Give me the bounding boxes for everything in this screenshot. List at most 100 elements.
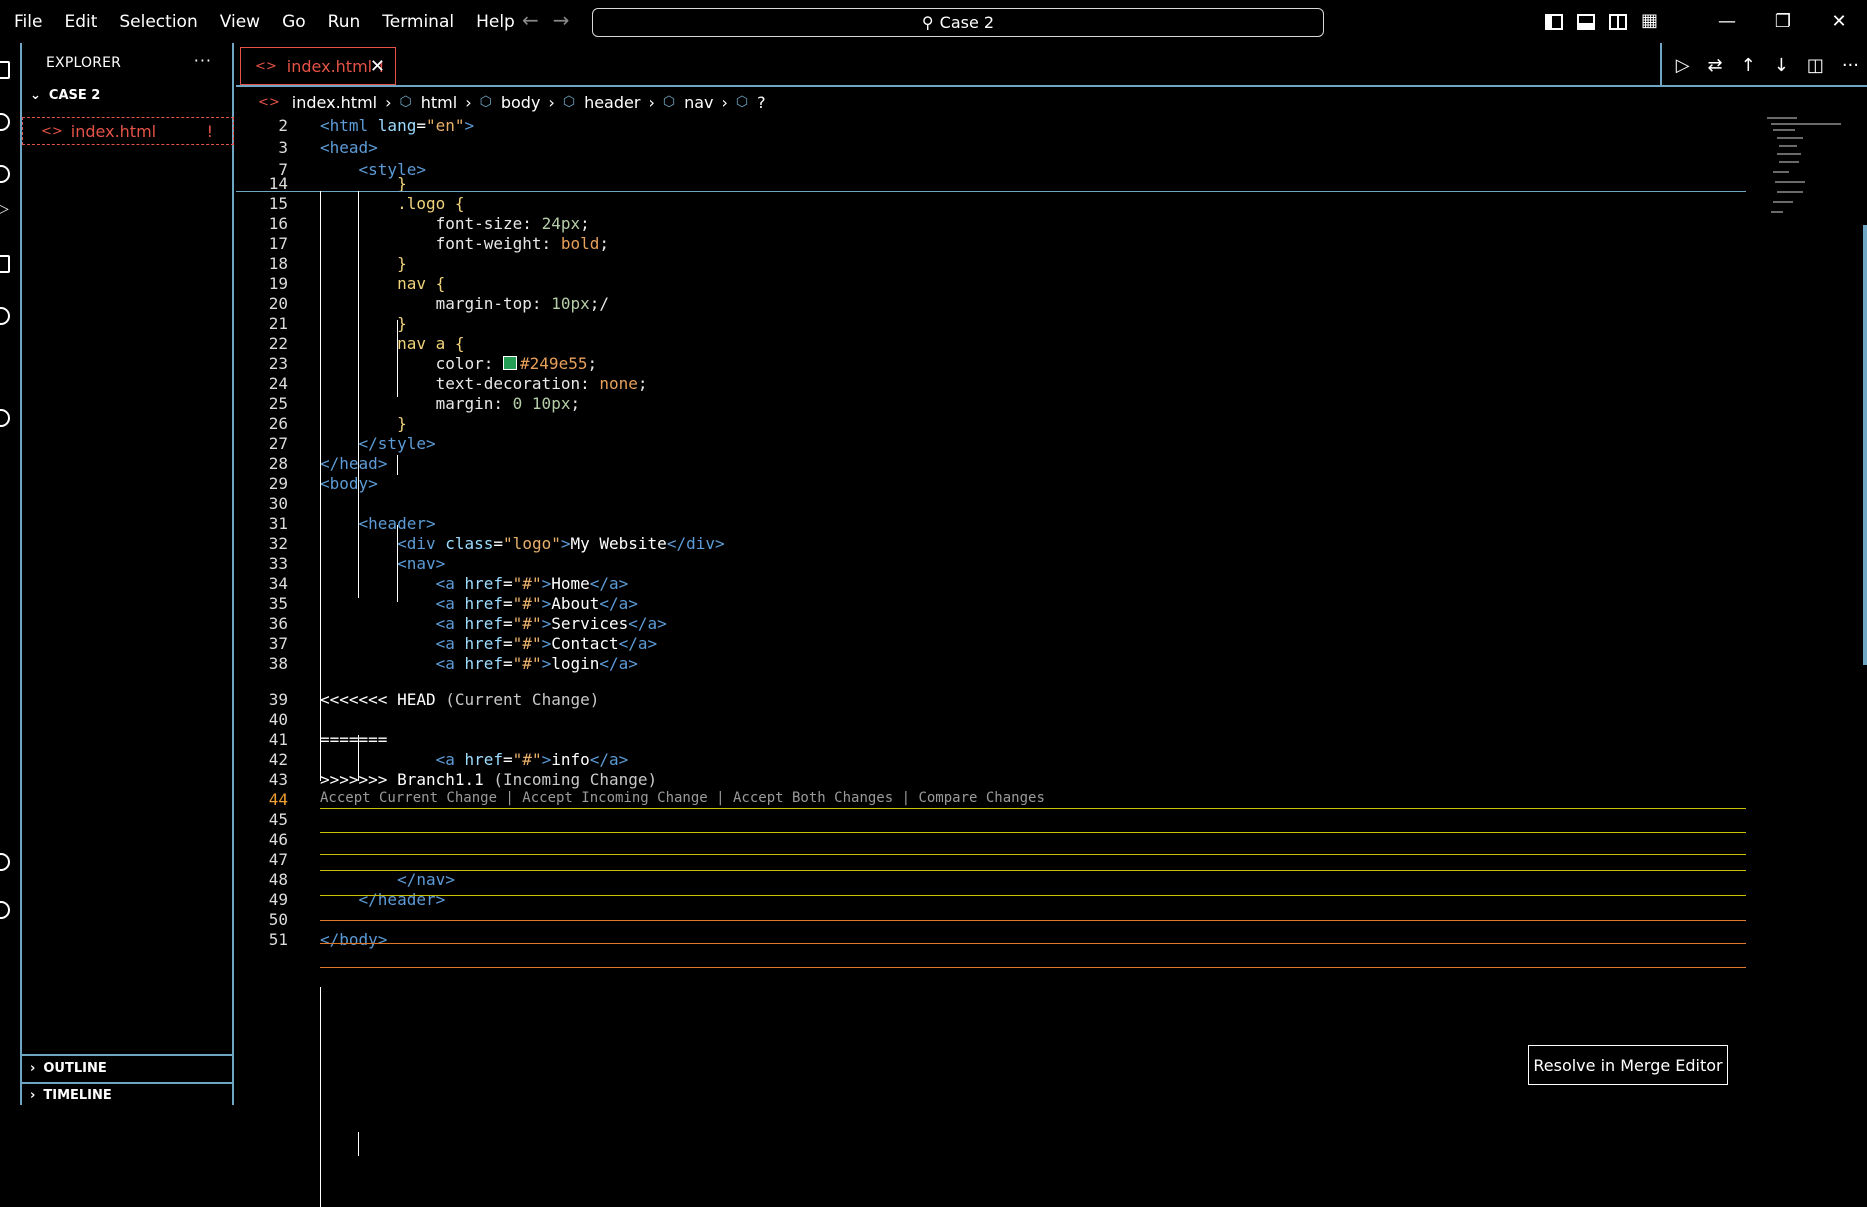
code-token: > — [541, 634, 552, 653]
source-control-icon[interactable] — [0, 165, 10, 183]
split-editor-icon[interactable]: ◫ — [1807, 55, 1824, 76]
resolve-in-merge-editor-button[interactable]: Resolve in Merge Editor — [1528, 1045, 1728, 1085]
breadcrumb-header[interactable]: header — [584, 93, 640, 112]
code-line[interactable]: 51 </body> — [236, 929, 1746, 951]
line-number: 44 — [268, 790, 288, 809]
code-token: <head> — [320, 138, 378, 157]
color-swatch-icon[interactable] — [503, 356, 518, 370]
menu-go[interactable]: Go — [282, 12, 306, 32]
title-controls: — ❐ ✕ — [1545, 0, 1867, 43]
breadcrumb-unknown[interactable]: ? — [757, 93, 766, 112]
code-line[interactable]: 23 color: #249e55; — [236, 353, 1746, 375]
code-line[interactable]: 3 <head> — [236, 137, 1746, 159]
line-number: 22 — [268, 334, 288, 353]
close-tab-icon[interactable]: ✕ — [370, 56, 385, 77]
menu-file[interactable]: File — [14, 12, 42, 32]
code-line[interactable]: 38 <a href="#">login</a> — [236, 653, 1746, 675]
divider — [22, 1054, 232, 1056]
extensions-icon[interactable] — [0, 255, 10, 273]
code-line[interactable]: 19 nav { — [236, 273, 1746, 295]
menu-help[interactable]: Help — [476, 12, 515, 32]
breadcrumb-html[interactable]: html — [421, 93, 457, 112]
testing-icon[interactable] — [0, 409, 10, 427]
tab-index-html[interactable]: <> index.html ! ✕ — [240, 47, 396, 85]
menu-view[interactable]: View — [220, 12, 260, 32]
outline-section[interactable]: › OUTLINE — [30, 1061, 107, 1076]
explorer-icon[interactable] — [0, 61, 10, 79]
code-line[interactable]: 21 } — [236, 313, 1746, 335]
code-line[interactable]: 24 text-decoration: none; — [236, 373, 1746, 395]
toggle-secondary-sidebar-icon[interactable] — [1609, 13, 1627, 30]
next-conflict-icon[interactable]: ↓ — [1774, 55, 1789, 76]
breadcrumb-nav[interactable]: nav — [684, 93, 713, 112]
remote-explorer-icon[interactable] — [0, 307, 10, 325]
command-center-search[interactable]: ⚲ Case 2 — [592, 8, 1324, 37]
code-line[interactable]: 31 <header> — [236, 513, 1746, 535]
code-line[interactable]: 28 </head> — [236, 453, 1746, 475]
account-icon[interactable] — [0, 853, 10, 871]
customize-layout-icon[interactable] — [1641, 10, 1659, 31]
forward-arrow-icon[interactable]: → — [553, 8, 570, 32]
explorer-title: EXPLORER — [46, 55, 122, 71]
code-line[interactable]: 2 <html lang="en"> — [236, 115, 1746, 137]
breadcrumb-file[interactable]: index.html — [292, 93, 377, 112]
code-line[interactable]: 33 <nav> — [236, 553, 1746, 575]
code-line[interactable]: 16 font-size: 24px; — [236, 213, 1746, 235]
code-line[interactable]: 49 </header> — [236, 889, 1746, 911]
more-actions-icon[interactable]: ··· — [194, 51, 212, 70]
run-debug-icon[interactable]: ▷ — [0, 201, 10, 221]
menu-run[interactable]: Run — [328, 12, 361, 32]
html-file-icon: <> — [258, 94, 280, 110]
code-line[interactable]: 45 — [236, 809, 1746, 831]
code-line[interactable]: 43 >>>>>>> Branch1.1 (Incoming Change) — [236, 769, 1746, 791]
code-line[interactable]: 27 </style> — [236, 433, 1746, 455]
code-line[interactable]: 34 <a href="#">Home</a> — [236, 573, 1746, 595]
file-item-index-html[interactable]: <> index.html ! — [22, 117, 234, 145]
minimap[interactable] — [1767, 115, 1847, 225]
previous-conflict-icon[interactable]: ↑ — [1741, 55, 1756, 76]
code-line[interactable]: 47 — [236, 849, 1746, 871]
code-line[interactable]: 39 <<<<<<< HEAD (Current Change) — [236, 689, 1746, 711]
menu-selection[interactable]: Selection — [119, 12, 197, 32]
merge-codelens-actions[interactable]: Accept Current Change | Accept Incoming … — [320, 790, 1045, 806]
line-number: 17 — [268, 234, 288, 253]
code-line[interactable]: 30 — [236, 493, 1746, 515]
toggle-panel-icon[interactable] — [1577, 13, 1595, 30]
back-arrow-icon[interactable]: ← — [522, 8, 539, 32]
code-line[interactable]: 15 .logo { — [236, 193, 1746, 215]
breadcrumb-body[interactable]: body — [501, 93, 541, 112]
menu-edit[interactable]: Edit — [64, 12, 97, 32]
code-line[interactable]: 32 <div class="logo">My Website</div> — [236, 533, 1746, 555]
timeline-section[interactable]: › TIMELINE — [30, 1088, 112, 1103]
menu-terminal[interactable]: Terminal — [382, 12, 454, 32]
code-line[interactable]: 41 ======= — [236, 729, 1746, 751]
toggle-primary-sidebar-icon[interactable] — [1545, 13, 1563, 30]
line-number: 18 — [268, 254, 288, 273]
code-editor[interactable]: 2 <html lang="en"> 3 <head> 7 <style> 14 } 15 … — [236, 115, 1867, 1207]
code-line[interactable]: 26 } — [236, 413, 1746, 435]
code-line[interactable]: 25 margin: 0 10px; — [236, 393, 1746, 415]
code-line[interactable]: 17 font-weight: bold; — [236, 233, 1746, 255]
code-line[interactable]: 37 <a href="#">Contact</a> — [236, 633, 1746, 655]
compare-changes-icon[interactable]: ⇄ — [1708, 55, 1723, 76]
code-line[interactable]: 42 <a href="#">info</a> — [236, 749, 1746, 771]
code-line[interactable]: 40 — [236, 709, 1746, 731]
code-line[interactable]: 48 </nav> — [236, 869, 1746, 891]
code-line[interactable]: 36 <a href="#">Services</a> — [236, 613, 1746, 635]
code-line[interactable]: 35 <a href="#">About</a> — [236, 593, 1746, 615]
run-icon[interactable]: ▷ — [1676, 55, 1690, 76]
restore-icon[interactable]: ❐ — [1755, 11, 1811, 32]
code-line[interactable]: 22 nav a { — [236, 333, 1746, 355]
more-actions-icon[interactable]: ··· — [1842, 55, 1859, 76]
search-activity-icon[interactable] — [0, 113, 10, 131]
vertical-scrollbar[interactable] — [1863, 225, 1867, 665]
gear-icon[interactable] — [0, 901, 10, 919]
close-window-icon[interactable]: ✕ — [1811, 11, 1867, 32]
folder-case-2[interactable]: ⌄ CASE 2 — [30, 88, 100, 103]
code-line[interactable]: 18 } — [236, 253, 1746, 275]
minimize-icon[interactable]: — — [1699, 11, 1755, 32]
code-line[interactable]: 29 <body> — [236, 473, 1746, 495]
code-line[interactable]: 20 margin-top: 10px;/ — [236, 293, 1746, 315]
